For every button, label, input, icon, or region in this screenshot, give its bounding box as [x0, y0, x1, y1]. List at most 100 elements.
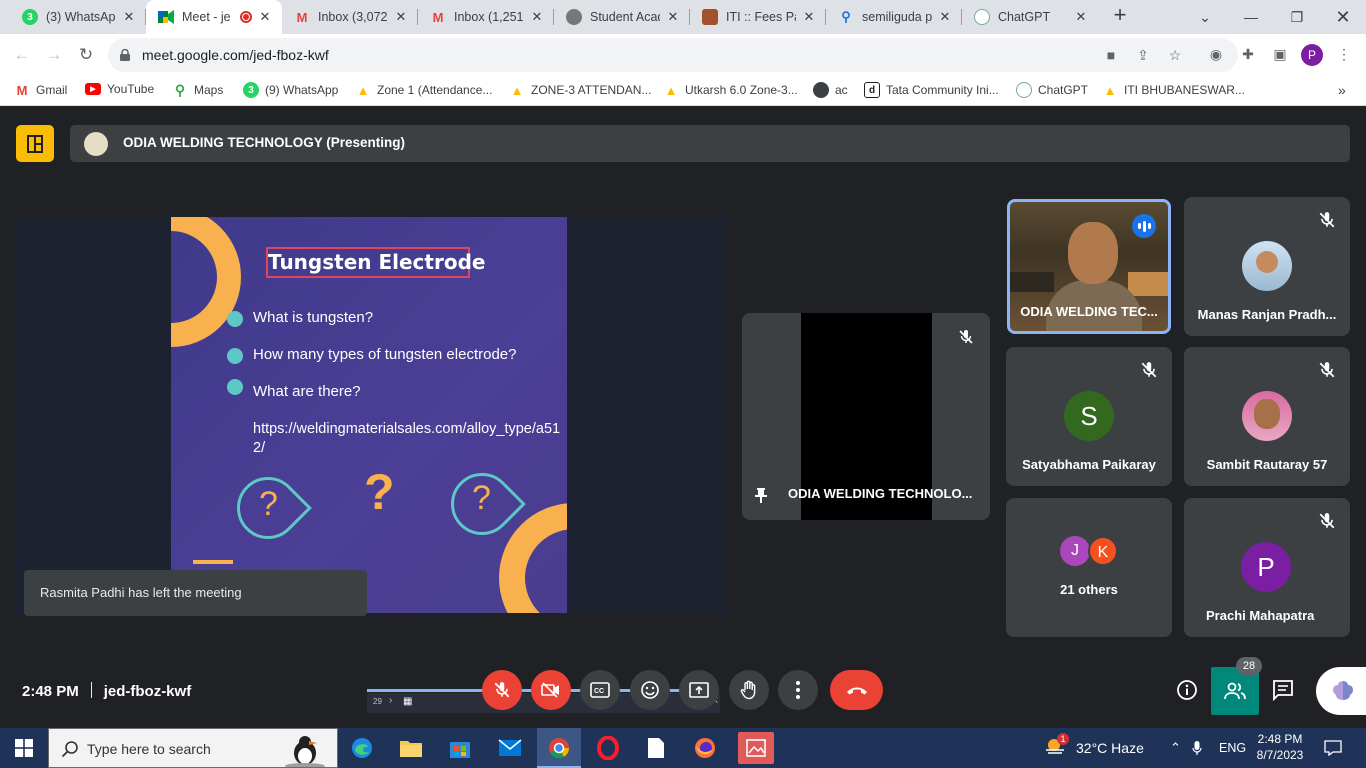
- windows-taskbar: Type here to search 1 32°C Haze ⌃ ENG 2:…: [0, 728, 1366, 768]
- participant-tile[interactable]: Sambit Rautaray 57: [1184, 347, 1350, 486]
- close-icon[interactable]: ✕: [1074, 9, 1088, 25]
- bookmark-chatgpt[interactable]: ChatGPT: [1016, 82, 1088, 98]
- microphone-tray-icon[interactable]: [1192, 728, 1202, 768]
- omnibox[interactable]: meet.google.com/jed-fboz-kwf ■ ⇪ ☆: [108, 38, 1238, 72]
- mail-icon[interactable]: [494, 732, 526, 764]
- present-button[interactable]: [679, 670, 719, 710]
- mic-off-button[interactable]: [482, 670, 522, 710]
- presentation-icon[interactable]: [16, 125, 54, 162]
- notifications-icon[interactable]: [1324, 728, 1342, 768]
- bookmark-maps[interactable]: ⚲ Maps: [172, 82, 223, 98]
- notification-toast: Rasmita Padhi has left the meeting: [24, 570, 367, 616]
- clock[interactable]: 2:48 PM 8/7/2023: [1250, 731, 1310, 763]
- leave-call-button[interactable]: [830, 670, 883, 710]
- assistant-button[interactable]: [1316, 667, 1366, 715]
- emblem-icon: [566, 9, 582, 25]
- profile-avatar[interactable]: P: [1301, 44, 1323, 66]
- reload-button[interactable]: ↻: [74, 43, 98, 67]
- decor-ring: [171, 217, 241, 347]
- bookmark-utkarsh[interactable]: ▲ Utkarsh 6.0 Zone-3...: [663, 82, 798, 98]
- people-icon: [1224, 682, 1246, 700]
- bookmark-tata[interactable]: d Tata Community Ini...: [864, 82, 999, 98]
- tab-search-chevron-icon[interactable]: ⌄: [1182, 0, 1228, 34]
- extensions-icon[interactable]: ✚: [1238, 44, 1258, 64]
- camera-off-button[interactable]: [531, 670, 571, 710]
- slide-bullet: What are there?: [253, 383, 361, 400]
- screenshot-icon[interactable]: ◉: [1206, 44, 1226, 64]
- end-call-icon: [846, 687, 867, 695]
- captions-button[interactable]: CC: [580, 670, 620, 710]
- tab-whatsapp[interactable]: 3 (3) WhatsApp ✕: [10, 0, 146, 34]
- tab-student-academy[interactable]: Student Acad ✕: [554, 0, 690, 34]
- firefox-icon[interactable]: [689, 732, 721, 764]
- close-window-button[interactable]: ✕: [1320, 0, 1366, 34]
- minimize-button[interactable]: —: [1228, 0, 1274, 34]
- weather-widget[interactable]: 1 32°C Haze: [1044, 728, 1144, 768]
- meeting-info: 2:48 PM jed-fboz-kwf: [22, 682, 192, 700]
- participant-tile-speaker[interactable]: ODIA WELDING TEC...: [1007, 199, 1171, 334]
- brain-icon: [1333, 681, 1353, 700]
- tab-meet[interactable]: Meet - je ✕: [146, 0, 282, 34]
- meet-icon: [158, 9, 174, 25]
- avatar: [1242, 241, 1292, 291]
- muted-mic-icon: [1319, 513, 1335, 529]
- presentation-stage[interactable]: Tungsten Electrode What is tungsten? How…: [16, 217, 726, 713]
- restore-button[interactable]: ❐: [1274, 0, 1320, 34]
- pinned-tile[interactable]: ODIA WELDING TECHNOLO...: [742, 313, 990, 520]
- share-icon[interactable]: ⇪: [1134, 47, 1152, 63]
- bookmark-iti-bbsr[interactable]: ▲ ITI BHUBANESWAR...: [1102, 82, 1245, 98]
- start-button[interactable]: [0, 728, 48, 768]
- reactions-button[interactable]: [630, 670, 670, 710]
- avatar: K: [1088, 536, 1118, 566]
- opera-icon[interactable]: [592, 732, 624, 764]
- close-icon[interactable]: ✕: [802, 9, 816, 25]
- participant-tile[interactable]: S Satyabhama Paikaray: [1006, 347, 1172, 486]
- bookmark-youtube[interactable]: ▶ YouTube: [85, 82, 154, 96]
- chat-button[interactable]: [1268, 675, 1298, 705]
- close-icon[interactable]: ✕: [122, 9, 136, 25]
- participant-tile[interactable]: P Prachi Mahapatra: [1184, 498, 1350, 637]
- drive-icon: ▲: [356, 82, 370, 98]
- bookmark-zone1[interactable]: ▲ Zone 1 (Attendance...: [355, 82, 493, 98]
- menu-icon[interactable]: ⋮: [1334, 44, 1354, 64]
- file-explorer-icon[interactable]: [395, 732, 427, 764]
- close-icon[interactable]: ✕: [666, 9, 680, 25]
- iti-icon: [702, 9, 718, 25]
- document-icon[interactable]: [640, 732, 672, 764]
- bookmark-gmail[interactable]: M Gmail: [14, 82, 68, 98]
- camera-icon[interactable]: ■: [1102, 47, 1120, 63]
- more-bookmarks-icon[interactable]: »: [1338, 82, 1346, 98]
- puffin-illustration-icon: [285, 736, 325, 767]
- show-hidden-icons[interactable]: ⌃: [1170, 728, 1181, 768]
- tab-inbox-1[interactable]: M Inbox (3,072) ✕: [282, 0, 418, 34]
- star-icon[interactable]: ☆: [1166, 47, 1184, 63]
- pin-icon[interactable]: [754, 487, 768, 503]
- chrome-icon[interactable]: [543, 732, 575, 764]
- tab-inbox-2[interactable]: M Inbox (1,251) ✕: [418, 0, 554, 34]
- participant-tile[interactable]: Manas Ranjan Pradh...: [1184, 197, 1350, 336]
- side-panel-icon[interactable]: ▣: [1270, 44, 1290, 64]
- tab-chatgpt[interactable]: ChatGPT ✕: [962, 0, 1098, 34]
- bookmark-ac[interactable]: ac: [813, 82, 848, 98]
- bookmark-whatsapp[interactable]: 3 (9) WhatsApp: [243, 82, 338, 98]
- close-icon[interactable]: ✕: [394, 9, 408, 25]
- tab-semiliguda[interactable]: ⚲ semiliguda pi ✕: [826, 0, 962, 34]
- taskbar-search[interactable]: Type here to search: [48, 728, 338, 768]
- edge-icon[interactable]: [346, 732, 378, 764]
- others-tile[interactable]: J K 21 others: [1006, 498, 1172, 637]
- back-button[interactable]: ←: [10, 43, 34, 67]
- forward-button[interactable]: →: [42, 43, 66, 67]
- tab-iti-fees[interactable]: ITI :: Fees Pay ✕: [690, 0, 826, 34]
- raise-hand-button[interactable]: [729, 670, 769, 710]
- language-indicator[interactable]: ENG: [1219, 728, 1246, 768]
- more-options-button[interactable]: [778, 670, 818, 710]
- image-app-icon[interactable]: [738, 732, 774, 764]
- bookmark-zone3[interactable]: ▲ ZONE-3 ATTENDAN...: [509, 82, 652, 98]
- close-icon[interactable]: ✕: [258, 9, 272, 25]
- close-icon[interactable]: ✕: [938, 9, 952, 25]
- new-tab-button[interactable]: +: [1108, 4, 1132, 28]
- drive-icon: ▲: [664, 82, 678, 98]
- close-icon[interactable]: ✕: [530, 9, 544, 25]
- store-icon[interactable]: [444, 732, 476, 764]
- meeting-details-button[interactable]: [1172, 675, 1202, 705]
